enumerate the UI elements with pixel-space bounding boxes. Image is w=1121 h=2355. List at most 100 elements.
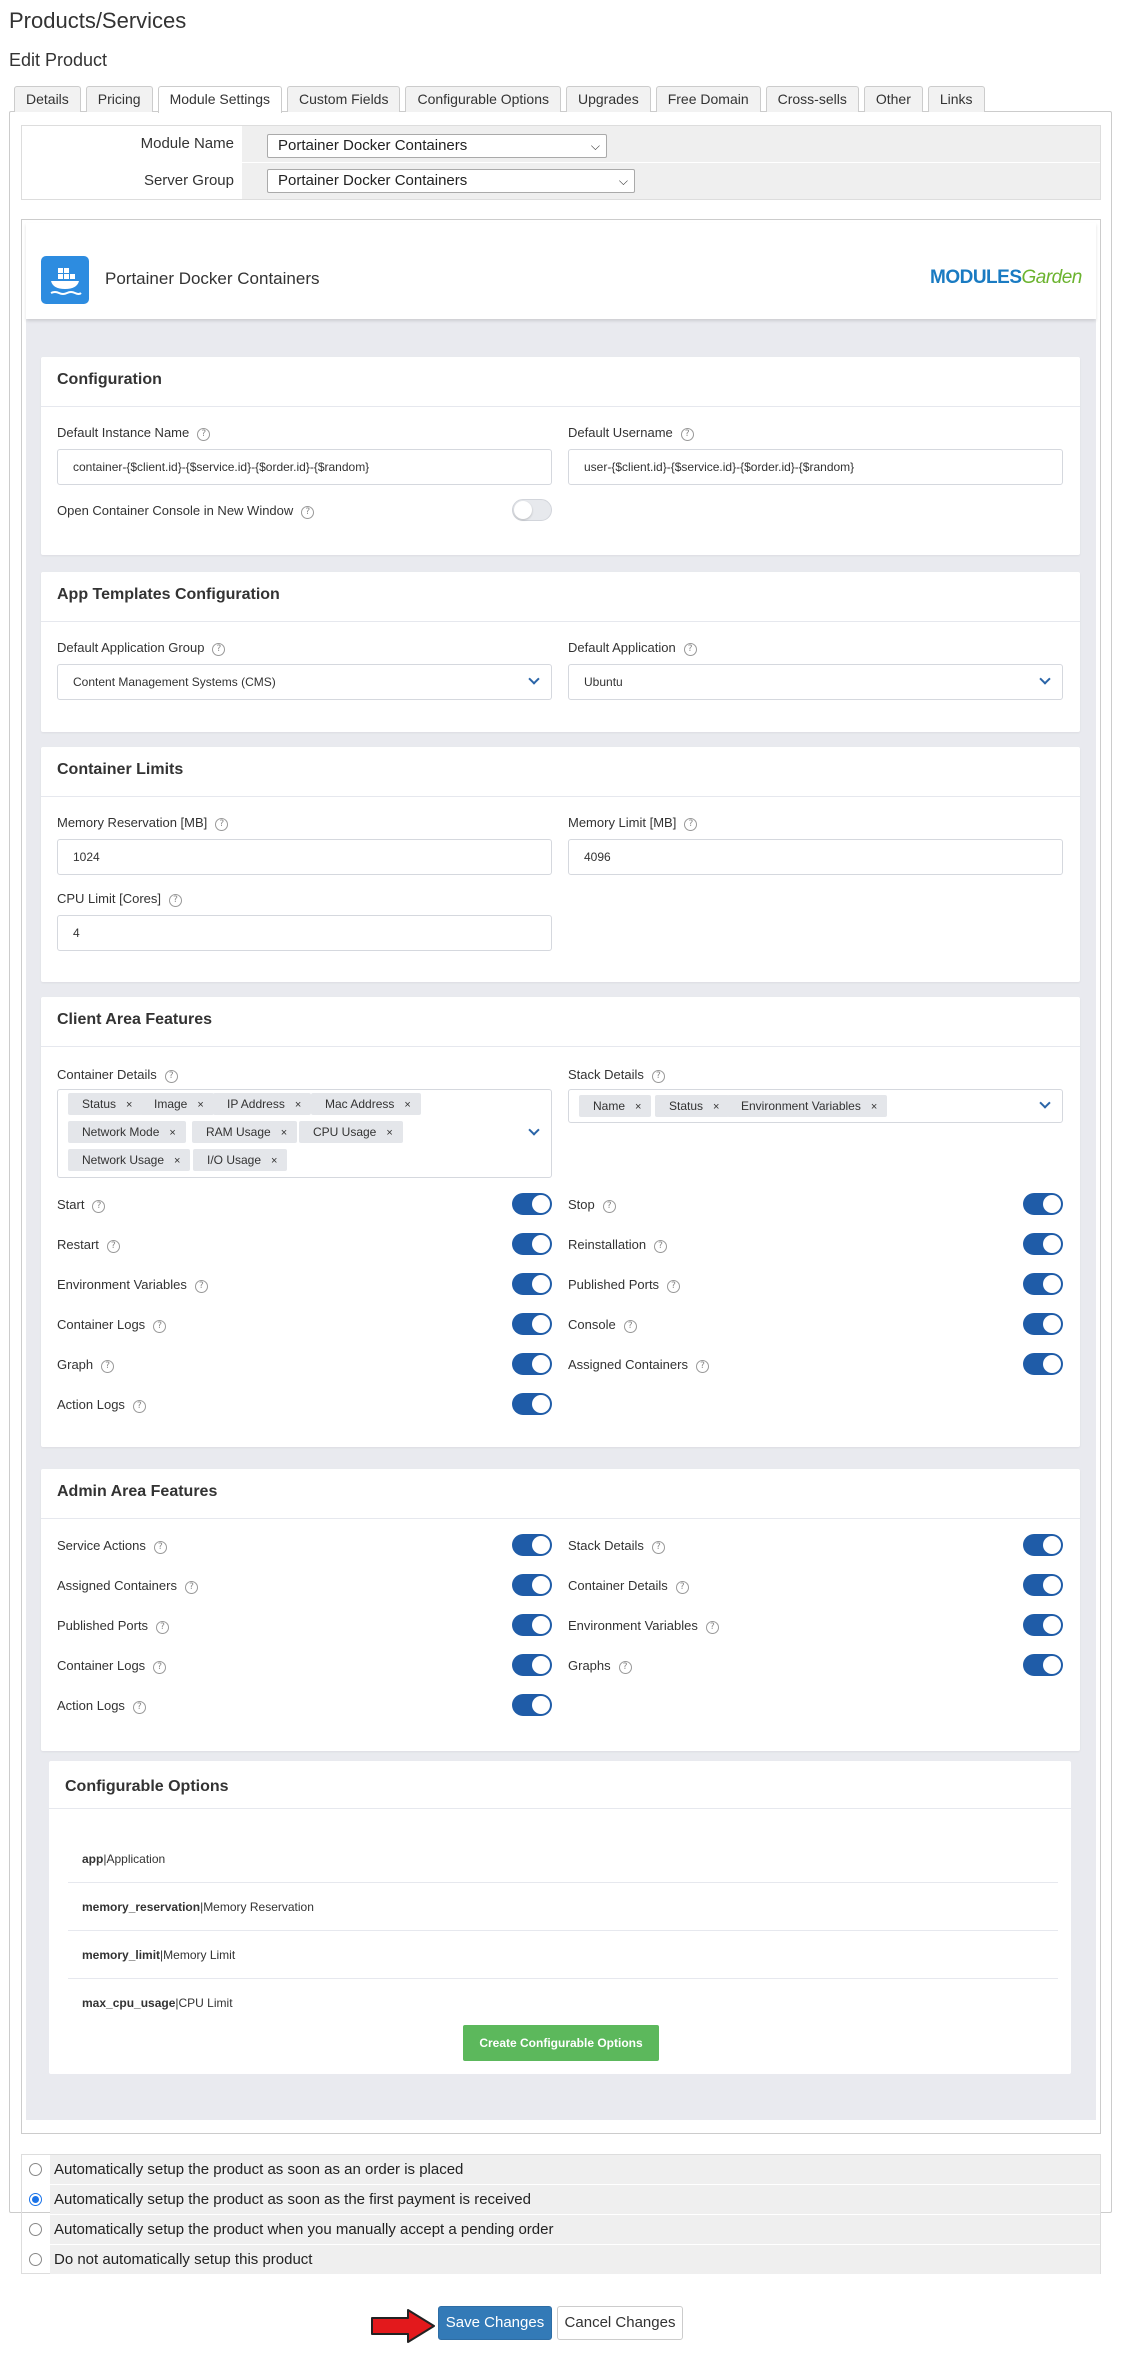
remove-icon[interactable]: ×	[271, 1155, 277, 1167]
help-icon[interactable]: ?	[194, 1280, 208, 1293]
remove-icon[interactable]: ×	[197, 1099, 203, 1111]
help-icon[interactable]: ?	[651, 1541, 665, 1554]
help-icon[interactable]: ?	[153, 1661, 167, 1674]
remove-icon[interactable]: ×	[713, 1101, 719, 1113]
remove-icon[interactable]: ×	[169, 1127, 175, 1139]
feature-container-logs-toggle[interactable]	[512, 1313, 552, 1335]
app-group-label: Default Application Group?	[57, 640, 226, 656]
help-icon[interactable]: ?	[651, 1070, 665, 1083]
feature-published-ports-toggle[interactable]	[1023, 1273, 1063, 1295]
memory-limit-input[interactable]: 4096	[568, 839, 1063, 875]
admin-container-logs-toggle[interactable]	[512, 1654, 552, 1676]
help-icon[interactable]: ?	[602, 1200, 616, 1213]
tab-module-settings[interactable]: Module Settings	[157, 86, 282, 113]
help-icon[interactable]: ?	[156, 1621, 170, 1634]
tab-links[interactable]: Links	[927, 86, 985, 112]
stack-details-multiselect[interactable]: Name × Status × Environment Variables ×	[568, 1089, 1063, 1123]
app-group-select[interactable]: Content Management Systems (CMS)	[57, 664, 552, 700]
remove-icon[interactable]: ×	[281, 1127, 287, 1139]
module-name-value: Portainer Docker Containers	[278, 137, 468, 154]
feature-console-toggle[interactable]	[1023, 1313, 1063, 1335]
tab-details[interactable]: Details	[14, 86, 81, 112]
feature-start-toggle[interactable]	[512, 1193, 552, 1215]
admin-container-details-toggle[interactable]	[1023, 1574, 1063, 1596]
help-icon[interactable]: ?	[153, 1541, 167, 1554]
help-icon[interactable]: ?	[132, 1400, 146, 1413]
help-icon[interactable]: ?	[153, 1320, 167, 1333]
remove-icon[interactable]: ×	[174, 1155, 180, 1167]
feature-assigned-containers-toggle[interactable]	[1023, 1353, 1063, 1375]
feature-published-ports-label: Published Ports?	[568, 1277, 681, 1293]
cpu-limit-input[interactable]: 4	[57, 915, 552, 951]
help-icon[interactable]: ?	[684, 818, 698, 831]
memory-reservation-input[interactable]: 1024	[57, 839, 552, 875]
username-input[interactable]: user-{$client.id}-{$service.id}-{$order.…	[568, 449, 1063, 485]
admin-env-vars-toggle[interactable]	[1023, 1614, 1063, 1636]
help-icon[interactable]: ?	[654, 1240, 668, 1253]
admin-stack-details-toggle[interactable]	[1023, 1534, 1063, 1556]
help-icon[interactable]: ?	[92, 1200, 106, 1213]
tab-free-domain[interactable]: Free Domain	[655, 86, 761, 112]
admin-assigned-containers-toggle[interactable]	[512, 1574, 552, 1596]
feature-reinstallation-toggle[interactable]	[1023, 1233, 1063, 1255]
admin-published-ports-label: Published Ports?	[57, 1618, 170, 1634]
feature-action-logs-toggle[interactable]	[512, 1393, 552, 1415]
help-icon[interactable]: ?	[680, 428, 694, 441]
console-new-window-toggle[interactable]	[512, 499, 552, 521]
help-icon[interactable]: ?	[215, 818, 229, 831]
tab-other[interactable]: Other	[863, 86, 923, 112]
setup-radio-order-placed[interactable]	[29, 2163, 42, 2176]
admin-stack-details-label: Stack Details?	[568, 1538, 665, 1554]
setup-radio-manual-accept[interactable]	[29, 2223, 42, 2236]
remove-icon[interactable]: ×	[635, 1101, 641, 1113]
admin-action-logs-toggle[interactable]	[512, 1694, 552, 1716]
setup-radio-first-payment[interactable]	[29, 2193, 42, 2206]
help-icon[interactable]: ?	[164, 1070, 178, 1083]
default-app-select[interactable]: Ubuntu	[568, 664, 1063, 700]
remove-icon[interactable]: ×	[126, 1099, 132, 1111]
admin-graphs-toggle[interactable]	[1023, 1654, 1063, 1676]
help-icon[interactable]: ?	[212, 643, 226, 656]
help-icon[interactable]: ?	[705, 1621, 719, 1634]
help-icon[interactable]: ?	[618, 1661, 632, 1674]
admin-published-ports-toggle[interactable]	[512, 1614, 552, 1636]
help-icon[interactable]: ?	[106, 1240, 120, 1253]
help-icon[interactable]: ?	[301, 506, 315, 519]
help-icon[interactable]: ?	[132, 1701, 146, 1714]
remove-icon[interactable]: ×	[295, 1099, 301, 1111]
feature-stop-label: Stop?	[568, 1197, 616, 1213]
feature-stop-toggle[interactable]	[1023, 1193, 1063, 1215]
tab-configurable-options[interactable]: Configurable Options	[405, 86, 561, 112]
cancel-changes-button[interactable]: Cancel Changes	[557, 2306, 683, 2340]
server-group-select[interactable]: Portainer Docker Containers ⌵	[267, 169, 635, 193]
instance-name-input[interactable]: container-{$client.id}-{$service.id}-{$o…	[57, 449, 552, 485]
help-icon[interactable]: ?	[169, 894, 183, 907]
tab-pricing[interactable]: Pricing	[85, 86, 153, 112]
feature-env-vars-toggle[interactable]	[512, 1273, 552, 1295]
feature-restart-toggle[interactable]	[512, 1233, 552, 1255]
create-configurable-options-button[interactable]: Create Configurable Options	[463, 2025, 659, 2061]
remove-icon[interactable]: ×	[871, 1101, 877, 1113]
help-icon[interactable]: ?	[197, 428, 211, 441]
setup-option-row: Automatically setup the product as soon …	[22, 2155, 1100, 2185]
feature-graph-toggle[interactable]	[512, 1353, 552, 1375]
remove-icon[interactable]: ×	[404, 1099, 410, 1111]
container-details-multiselect[interactable]: Status × Image × IP Address × Mac Address × …	[57, 1089, 552, 1178]
help-icon[interactable]: ?	[623, 1320, 637, 1333]
help-icon[interactable]: ?	[184, 1581, 198, 1594]
help-icon[interactable]: ?	[695, 1360, 709, 1373]
app-group-value: Content Management Systems (CMS)	[73, 675, 276, 689]
tab-custom-fields[interactable]: Custom Fields	[287, 86, 401, 112]
admin-service-actions-toggle[interactable]	[512, 1534, 552, 1556]
brand-accent: Garden	[1021, 267, 1083, 288]
remove-icon[interactable]: ×	[386, 1127, 392, 1139]
help-icon[interactable]: ?	[101, 1360, 115, 1373]
setup-radio-no-auto[interactable]	[29, 2253, 42, 2266]
save-changes-button[interactable]: Save Changes	[438, 2306, 552, 2340]
tab-cross-sells[interactable]: Cross-sells	[765, 86, 859, 112]
help-icon[interactable]: ?	[675, 1581, 689, 1594]
help-icon[interactable]: ?	[683, 643, 697, 656]
tab-upgrades[interactable]: Upgrades	[566, 86, 651, 112]
help-icon[interactable]: ?	[667, 1280, 681, 1293]
module-name-select[interactable]: Portainer Docker Containers ⌵	[267, 134, 607, 158]
